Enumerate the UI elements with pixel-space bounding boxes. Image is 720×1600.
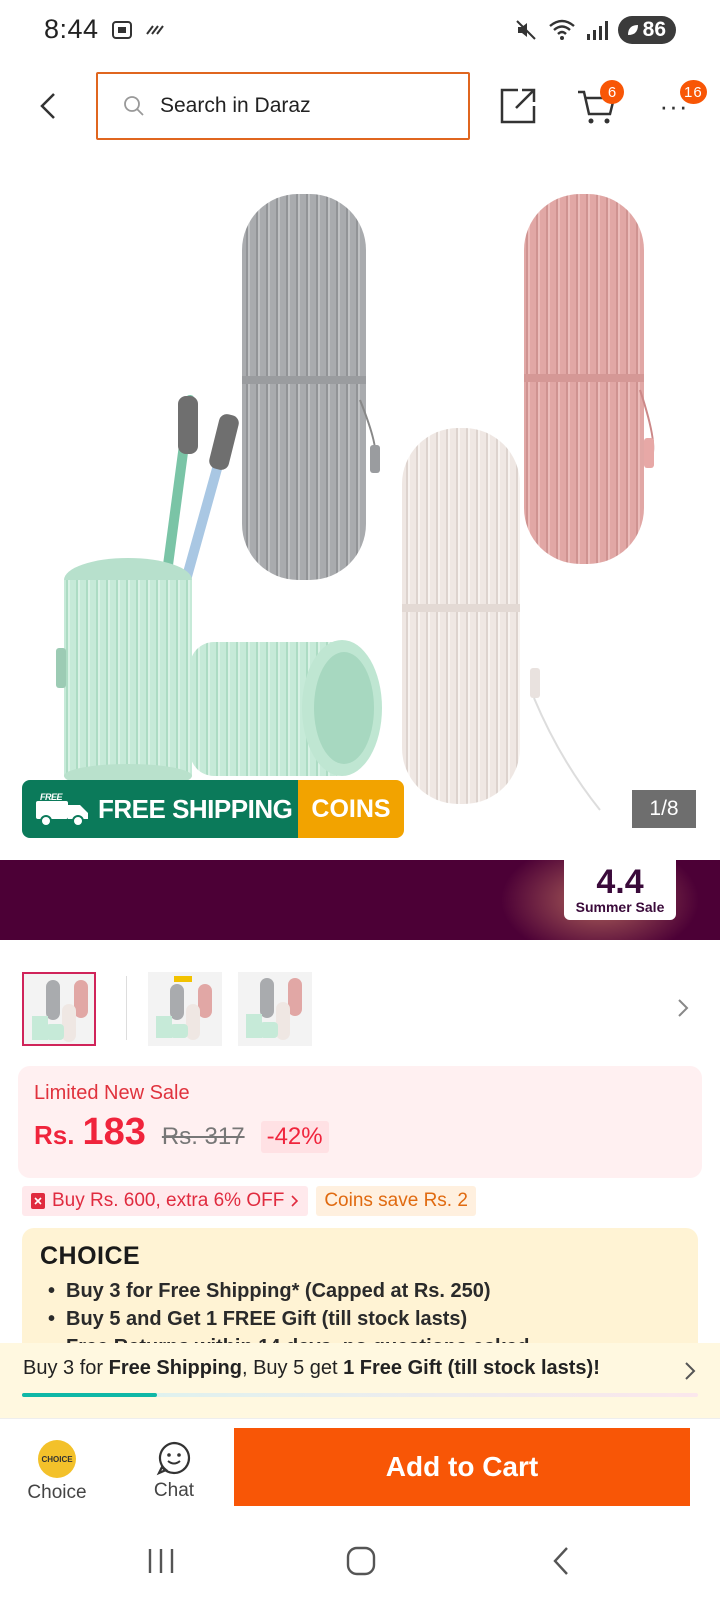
thumbnail-1[interactable] — [22, 972, 96, 1046]
voucher-chip[interactable]: Buy Rs. 600, extra 6% OFF — [22, 1186, 309, 1216]
free-shipping-banner: FREE FREE SHIPPING COINS — [22, 780, 404, 838]
more-button[interactable]: ··· 16 — [652, 80, 707, 128]
search-placeholder: Search in Daraz — [160, 94, 311, 117]
promo-row: Buy Rs. 600, extra 6% OFF Coins save Rs.… — [22, 1186, 476, 1216]
choice-bar-bold-2: 1 Free Gift (till stock lasts)! — [343, 1357, 600, 1379]
status-icons-right: 86 — [514, 16, 676, 44]
screenshot-icon — [112, 21, 132, 39]
choice-bar-arrow — [684, 1361, 696, 1386]
mute-icon — [515, 20, 536, 40]
cart-button[interactable]: 6 — [574, 80, 624, 128]
bottom-action-bar: CHOICE Choice Chat Add to Cart — [0, 1422, 720, 1522]
status-bar: 8:44 86 — [0, 0, 720, 62]
coins-chip[interactable]: Coins save Rs. 2 — [316, 1186, 476, 1216]
chat-icon — [156, 1441, 191, 1476]
chevron-right-icon — [678, 999, 689, 1017]
status-time: 8:44 — [44, 14, 99, 44]
system-back-button[interactable] — [536, 1541, 586, 1581]
sale-badge: 4.4 Summer Sale — [564, 860, 676, 920]
price-box: Limited New Sale Rs. 183 Rs. 317 -42% — [18, 1066, 702, 1178]
choice-benefits-list: Buy 3 for Free Shipping* (Capped at Rs. … — [40, 1277, 680, 1348]
original-price: Rs. 317 — [161, 1123, 245, 1150]
signal-dots-icon — [146, 25, 164, 35]
thumbnail-2[interactable] — [148, 972, 222, 1046]
coins-label: COINS — [298, 780, 404, 838]
add-to-cart-button[interactable]: Add to Cart — [234, 1428, 690, 1506]
free-tag-text: FREE — [40, 792, 64, 802]
free-shipping-section: FREE FREE SHIPPING — [22, 780, 298, 838]
back-arrow-icon — [553, 1547, 568, 1575]
status-icons-left — [110, 18, 168, 42]
chevron-right-icon — [685, 1362, 696, 1380]
choice-label: Choice — [27, 1482, 87, 1503]
choice-bar-bold-1: Free Shipping — [108, 1357, 242, 1379]
thumbnail-strip — [22, 972, 698, 1048]
back-button[interactable] — [30, 86, 66, 126]
image-page-indicator: 1/8 — [632, 790, 696, 828]
cell-signal-icon — [586, 21, 608, 40]
free-shipping-label: FREE SHIPPING — [98, 793, 293, 824]
thumbnail-image — [246, 978, 302, 1040]
leaf-icon — [627, 25, 638, 35]
battery-indicator: 86 — [617, 16, 676, 44]
choice-progress-bar — [22, 1393, 698, 1397]
summer-sale-banner[interactable]: 4.4 Summer Sale — [0, 860, 720, 940]
product-image — [56, 194, 655, 811]
search-input[interactable]: Search in Daraz — [96, 72, 470, 140]
system-nav-bar — [0, 1525, 720, 1600]
thumbnail-3[interactable] — [238, 972, 312, 1046]
share-button[interactable] — [496, 84, 540, 128]
thumbnails-next-button[interactable] — [668, 990, 698, 1026]
cart-badge: 6 — [600, 80, 624, 104]
choice-button[interactable]: CHOICE Choice — [22, 1440, 92, 1504]
recent-apps-button[interactable] — [136, 1541, 186, 1581]
chat-label: Chat — [153, 1480, 195, 1501]
choice-bar-text-1: Buy 3 for — [23, 1357, 109, 1379]
price-row: Rs. 183 Rs. 317 -42% — [34, 1111, 686, 1154]
choice-logo: CHOICE — [40, 1242, 141, 1270]
choice-bar-text: Buy 3 for Free Shipping, Buy 5 get 1 Fre… — [23, 1357, 600, 1380]
home-icon — [346, 1546, 376, 1576]
choice-progress-fill — [22, 1393, 158, 1397]
share-icon — [500, 88, 536, 124]
product-image-gallery[interactable]: FREE FREE SHIPPING COINS 1/8 — [0, 160, 720, 848]
chevron-left-icon — [40, 93, 55, 119]
sale-text: Summer Sale — [575, 899, 665, 915]
choice-benefits-box: CHOICE Buy 3 for Free Shipping* (Capped … — [22, 1228, 698, 1348]
thumbnail-image — [32, 980, 88, 1042]
search-icon — [124, 96, 144, 116]
chevron-right-icon — [291, 1195, 299, 1207]
battery-level: 86 — [642, 18, 666, 41]
chat-button[interactable]: Chat — [144, 1440, 204, 1502]
voucher-text: Buy Rs. 600, extra 6% OFF — [52, 1190, 285, 1211]
choice-bar-text-2: , Buy 5 get — [241, 1357, 344, 1379]
coins-text: Coins save Rs. 2 — [324, 1190, 468, 1211]
more-badge: 16 — [680, 80, 707, 104]
price-currency: Rs. — [34, 1120, 75, 1150]
delivery-truck-icon: FREE — [36, 792, 88, 827]
thumbnail-image — [156, 976, 212, 1040]
recent-apps-icon — [148, 1549, 174, 1573]
voucher-icon — [31, 1193, 45, 1209]
choice-benefit-item: Buy 5 and Get 1 FREE Gift (till stock la… — [40, 1305, 680, 1333]
wifi-icon — [548, 19, 575, 40]
choice-benefit-item: Buy 3 for Free Shipping* (Capped at Rs. … — [40, 1277, 680, 1305]
home-button[interactable] — [336, 1541, 386, 1581]
sale-number: 4.4 — [596, 863, 644, 901]
current-price: 183 — [82, 1111, 146, 1153]
header: Search in Daraz 6 ··· 16 — [0, 72, 720, 142]
choice-coin-icon: CHOICE — [38, 1440, 76, 1478]
thumbnail-divider — [126, 976, 127, 1040]
choice-promo-bar[interactable]: Buy 3 for Free Shipping, Buy 5 get 1 Fre… — [0, 1343, 720, 1419]
price-label: Limited New Sale — [34, 1082, 190, 1104]
discount-badge: -42% — [260, 1121, 329, 1153]
